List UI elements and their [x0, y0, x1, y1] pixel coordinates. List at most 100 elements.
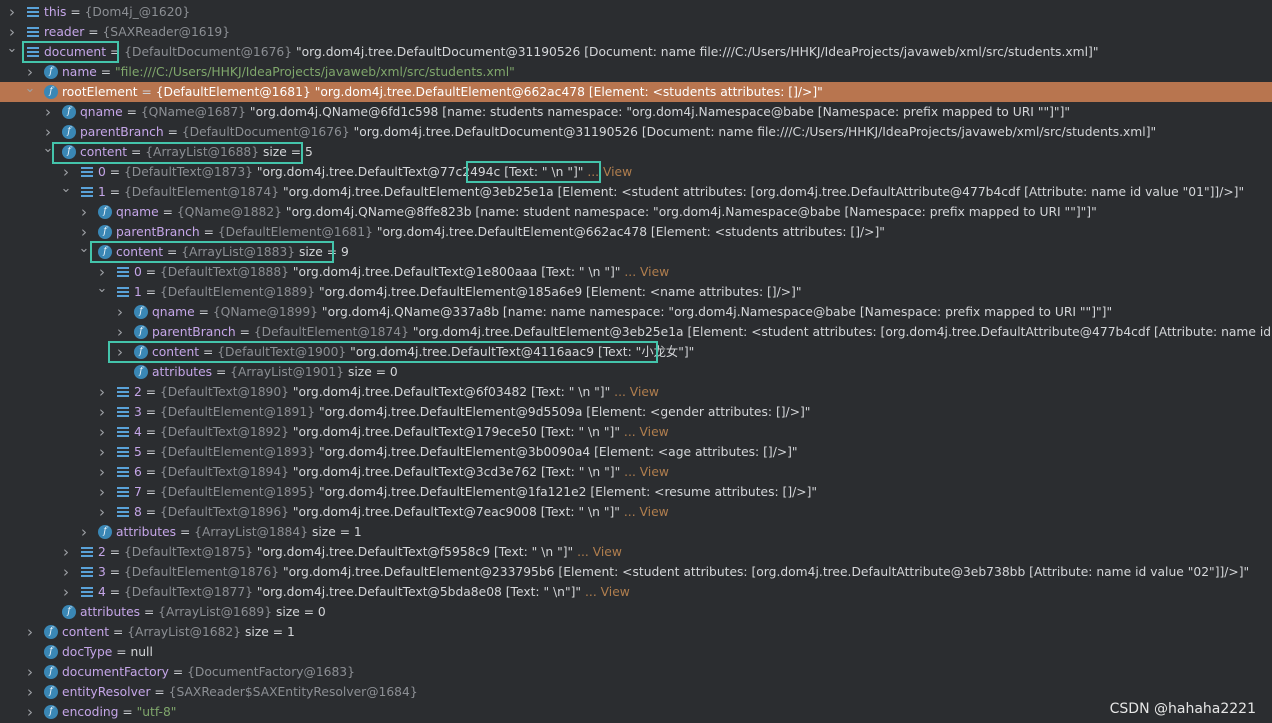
row-text: 7 = {DefaultElement@1895} "org.dom4j.tre…: [134, 485, 818, 499]
expand-arrow-icon[interactable]: ›: [60, 562, 72, 582]
expand-arrow-icon[interactable]: ›: [114, 322, 126, 342]
tree-row[interactable]: › 0 = {DefaultText@1873} "org.dom4j.tree.…: [0, 162, 1272, 182]
tree-row[interactable]: › f qname = {QName@1882} "org.dom4j.QName@…: [0, 202, 1272, 222]
variable-type: {DefaultText@1892}: [159, 425, 293, 439]
tree-row[interactable]: › f qname = {QName@1687} "org.dom4j.QName@…: [0, 102, 1272, 122]
tree-row[interactable]: › f qname = {QName@1899} "org.dom4j.QName@…: [0, 302, 1272, 322]
view-link[interactable]: ... View: [620, 505, 669, 519]
collapse-arrow-icon[interactable]: ⌄: [78, 242, 90, 262]
tree-row[interactable]: › f parentBranch = {DefaultElement@1874} "…: [0, 322, 1272, 342]
expand-arrow-icon[interactable]: ›: [60, 542, 72, 562]
expand-arrow-icon[interactable]: ›: [96, 382, 108, 402]
variable-value: "org.dom4j.tree.DefaultElement@662ac478 …: [314, 85, 823, 99]
expand-arrow-icon[interactable]: ›: [24, 622, 36, 642]
collapse-arrow-icon[interactable]: ⌄: [6, 42, 18, 62]
row-text: 4 = {DefaultText@1877} "org.dom4j.tree.D…: [98, 585, 630, 599]
variable-value: size = 0: [347, 365, 398, 379]
collapse-arrow-icon[interactable]: ⌄: [96, 282, 108, 302]
expand-arrow-icon[interactable]: ›: [96, 482, 108, 502]
variable-type: {ArrayList@1883}: [181, 245, 299, 259]
field-icon: f: [98, 245, 112, 259]
tree-row[interactable]: › this = {Dom4j_@1620}: [0, 2, 1272, 22]
tree-row[interactable]: f attributes = {ArrayList@1689} size = 0: [0, 602, 1272, 622]
expand-arrow-icon[interactable]: ›: [96, 442, 108, 462]
variable-name: 1: [134, 285, 142, 299]
expand-arrow-icon[interactable]: ›: [96, 502, 108, 522]
row-text: content = {DefaultText@1900} "org.dom4j.…: [152, 345, 695, 359]
tree-row[interactable]: ⌄ f content = {ArrayList@1883} size = 9: [0, 242, 1272, 262]
tree-row[interactable]: f docType = null: [0, 642, 1272, 662]
collapse-arrow-icon[interactable]: ⌄: [60, 182, 72, 202]
expand-arrow-icon[interactable]: ›: [6, 2, 18, 22]
tree-row[interactable]: ⌄ document = {DefaultDocument@1676} "org.…: [0, 42, 1272, 62]
tree-row[interactable]: › f content = {DefaultText@1900} "org.dom4…: [0, 342, 1272, 362]
variable-name: qname: [152, 305, 195, 319]
tree-row[interactable]: ⌄ f rootElement = {DefaultElement@1681} "o…: [0, 82, 1272, 102]
view-link[interactable]: ... View: [583, 165, 632, 179]
tree-row[interactable]: › 3 = {DefaultElement@1876} "org.dom4j.tr…: [0, 562, 1272, 582]
tree-row[interactable]: ⌄ f content = {ArrayList@1688} size = 5: [0, 142, 1272, 162]
tree-row[interactable]: › 6 = {DefaultText@1894} "org.dom4j.tree.…: [0, 462, 1272, 482]
variable-name: this: [44, 5, 67, 19]
view-link[interactable]: ... View: [620, 425, 669, 439]
expand-arrow-icon[interactable]: ›: [78, 522, 90, 542]
tree-row[interactable]: › f parentBranch = {DefaultDocument@1676} …: [0, 122, 1272, 142]
tree-row[interactable]: › f name = "file:///C:/Users/HHKJ/IdeaProj…: [0, 62, 1272, 82]
variable-value: "org.dom4j.tree.DefaultText@77c2494c [Te…: [256, 165, 584, 179]
tree-row[interactable]: › f content = {ArrayList@1682} size = 1: [0, 622, 1272, 642]
tree-row[interactable]: › 0 = {DefaultText@1888} "org.dom4j.tree.…: [0, 262, 1272, 282]
collapse-arrow-icon[interactable]: ⌄: [42, 142, 54, 162]
tree-row[interactable]: › 3 = {DefaultElement@1891} "org.dom4j.tr…: [0, 402, 1272, 422]
row-text: 6 = {DefaultText@1894} "org.dom4j.tree.D…: [134, 465, 669, 479]
tree-row[interactable]: f attributes = {ArrayList@1901} size = 0: [0, 362, 1272, 382]
tree-row[interactable]: › f entityResolver = {SAXReader$SAXEntityR…: [0, 682, 1272, 702]
row-text: documentFactory = {DocumentFactory@1683}: [62, 665, 355, 679]
variable-name: docType: [62, 645, 113, 659]
tree-row[interactable]: › 8 = {DefaultText@1896} "org.dom4j.tree.…: [0, 502, 1272, 522]
tree-row[interactable]: › 2 = {DefaultText@1875} "org.dom4j.tree.…: [0, 542, 1272, 562]
tree-row[interactable]: ⌄ 1 = {DefaultElement@1874} "org.dom4j.tr…: [0, 182, 1272, 202]
expand-arrow-icon[interactable]: ›: [96, 262, 108, 282]
tree-row[interactable]: › f attributes = {ArrayList@1884} size = 1: [0, 522, 1272, 542]
expand-arrow-icon[interactable]: ›: [24, 702, 36, 722]
tree-row[interactable]: › f encoding = "utf-8": [0, 702, 1272, 722]
expand-arrow-icon[interactable]: ›: [96, 422, 108, 442]
expand-arrow-icon[interactable]: ›: [96, 462, 108, 482]
tree-row[interactable]: ⌄ 1 = {DefaultElement@1889} "org.dom4j.tr…: [0, 282, 1272, 302]
expand-arrow-icon[interactable]: ›: [78, 202, 90, 222]
tree-row[interactable]: › 7 = {DefaultElement@1895} "org.dom4j.tr…: [0, 482, 1272, 502]
expand-arrow-icon[interactable]: ›: [24, 62, 36, 82]
view-link[interactable]: ... View: [620, 265, 669, 279]
expand-arrow-icon[interactable]: ›: [114, 302, 126, 322]
tree-row[interactable]: › 4 = {DefaultText@1877} "org.dom4j.tree.…: [0, 582, 1272, 602]
expand-arrow-icon[interactable]: ›: [24, 682, 36, 702]
view-link[interactable]: ... View: [620, 465, 669, 479]
variable-type: {DefaultElement@1874}: [123, 185, 283, 199]
tree-row[interactable]: › f parentBranch = {DefaultElement@1681} "…: [0, 222, 1272, 242]
collapse-arrow-icon[interactable]: ⌄: [24, 82, 36, 102]
tree-row[interactable]: › 5 = {DefaultElement@1893} "org.dom4j.tr…: [0, 442, 1272, 462]
expand-arrow-icon[interactable]: ›: [78, 222, 90, 242]
tree-row[interactable]: › 2 = {DefaultText@1890} "org.dom4j.tree.…: [0, 382, 1272, 402]
variable-type: {DefaultElement@1876}: [123, 565, 283, 579]
variable-type: {DefaultText@1896}: [159, 505, 293, 519]
expand-arrow-icon[interactable]: ›: [60, 582, 72, 602]
view-link[interactable]: ... View: [581, 585, 630, 599]
tree-row[interactable]: › reader = {SAXReader@1619}: [0, 22, 1272, 42]
expand-arrow-icon[interactable]: ›: [96, 402, 108, 422]
expand-arrow-icon[interactable]: ›: [42, 102, 54, 122]
tree-row[interactable]: › 4 = {DefaultText@1892} "org.dom4j.tree.…: [0, 422, 1272, 442]
view-link[interactable]: ... View: [573, 545, 622, 559]
expand-arrow-icon[interactable]: ›: [42, 122, 54, 142]
expand-arrow-icon[interactable]: ›: [6, 22, 18, 42]
variable-name: 3: [98, 565, 106, 579]
expand-arrow-icon[interactable]: ›: [24, 662, 36, 682]
variable-type: {SAXReader@1619}: [102, 25, 231, 39]
tree-row[interactable]: › f documentFactory = {DocumentFactory@168…: [0, 662, 1272, 682]
expand-arrow-icon[interactable]: ›: [114, 342, 126, 362]
variable-value: "org.dom4j.tree.DefaultElement@3b0090a4 …: [318, 445, 798, 459]
expand-arrow-icon[interactable]: ›: [60, 162, 72, 182]
view-link[interactable]: ... View: [610, 385, 659, 399]
variable-name: parentBranch: [80, 125, 164, 139]
field-icon: f: [44, 705, 58, 719]
